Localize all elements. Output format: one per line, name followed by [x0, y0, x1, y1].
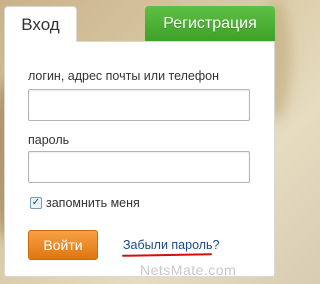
password-field-label: пароль — [28, 133, 70, 147]
remember-me[interactable]: ✓ запомнить меня — [30, 196, 140, 210]
tab-login[interactable]: Вход — [4, 6, 77, 42]
remember-label: запомнить меня — [46, 196, 140, 210]
login-input[interactable] — [28, 89, 250, 121]
panel-divider — [77, 41, 275, 42]
tab-register[interactable]: Регистрация — [145, 6, 275, 41]
password-input[interactable] — [28, 151, 250, 183]
remember-checkbox[interactable]: ✓ — [30, 197, 42, 209]
watermark: NetsMate.com — [140, 262, 237, 278]
login-field-label: логин, адрес почты или телефон — [28, 69, 220, 83]
forgot-password-link[interactable]: Забыли пароль? — [123, 238, 220, 252]
login-button-label: Войти — [43, 237, 83, 253]
tab-register-label: Регистрация — [163, 14, 257, 32]
login-button[interactable]: Войти — [28, 230, 98, 260]
tab-login-label: Вход — [21, 14, 60, 34]
